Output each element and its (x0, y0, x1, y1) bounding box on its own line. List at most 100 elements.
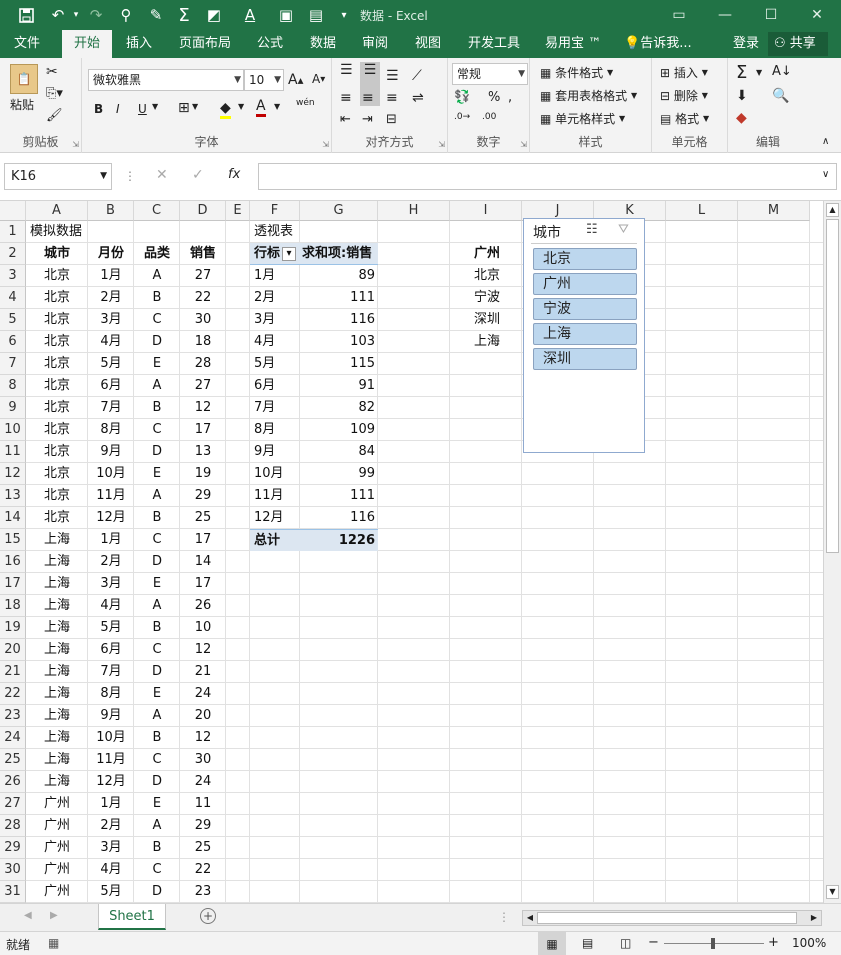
row-header-26[interactable]: 26 (0, 771, 26, 793)
row-header-17[interactable]: 17 (0, 573, 26, 595)
fill-color-icon[interactable]: ◆ (220, 100, 231, 119)
data-cell[interactable]: 上海 (26, 529, 88, 551)
data-cell[interactable]: 上海 (26, 749, 88, 771)
cancel-icon[interactable]: ✕ (156, 167, 168, 183)
data-cell[interactable]: B (134, 397, 180, 419)
data-cell[interactable]: 28 (180, 353, 226, 375)
maximize-icon[interactable]: ☐ (748, 0, 794, 30)
data-cell[interactable]: 1月 (88, 529, 134, 551)
row-header-7[interactable]: 7 (0, 353, 26, 375)
pivot-row-label[interactable]: 3月 (250, 309, 300, 331)
city-list-item[interactable]: 宁波 (450, 287, 522, 309)
pivot-value[interactable]: 115 (300, 353, 378, 375)
paste-button[interactable]: 粘贴 (10, 96, 34, 113)
data-cell[interactable]: A (134, 485, 180, 507)
row-header-30[interactable]: 30 (0, 859, 26, 881)
data-cell[interactable]: 广州 (26, 815, 88, 837)
data-cell[interactable]: 17 (180, 419, 226, 441)
slicer-item-guangzhou[interactable]: 广州 (533, 273, 637, 295)
row-header-1[interactable]: 1 (0, 221, 26, 243)
data-cell[interactable]: 1月 (88, 265, 134, 287)
pivot-row-label[interactable]: 12月 (250, 507, 300, 529)
pivot-row-label[interactable]: 10月 (250, 463, 300, 485)
data-cell[interactable]: 2月 (88, 815, 134, 837)
data-cell[interactable]: 广州 (26, 793, 88, 815)
data-cell[interactable]: 1月 (88, 793, 134, 815)
underline-dropdown-icon[interactable]: ▼ (152, 102, 158, 111)
data-cell[interactable]: 12 (180, 639, 226, 661)
add-sheet-icon[interactable]: + (200, 908, 216, 924)
data-cell[interactable]: 6月 (88, 375, 134, 397)
slicer-item-beijing[interactable]: 北京 (533, 248, 637, 270)
pivot-value[interactable]: 116 (300, 507, 378, 529)
autosum-dropdown-icon[interactable]: ▼ (756, 68, 762, 77)
column-header-i[interactable]: I (450, 201, 522, 221)
data-cell[interactable]: 上海 (26, 639, 88, 661)
data-cell[interactable]: D (134, 331, 180, 353)
row-header-14[interactable]: 14 (0, 507, 26, 529)
data-cell[interactable]: 上海 (26, 551, 88, 573)
sort-filter-icon[interactable]: A↓ (772, 64, 792, 79)
data-cell[interactable]: 7月 (88, 661, 134, 683)
row-header-9[interactable]: 9 (0, 397, 26, 419)
data-cell[interactable]: D (134, 441, 180, 463)
align-top-icon[interactable]: ☰ (340, 62, 353, 78)
format-as-table-button[interactable]: ▦ 套用表格格式 ▼ (540, 87, 637, 104)
font-name-combo[interactable]: 微软雅黑 ▼ (88, 69, 244, 91)
column-header-b[interactable]: B (88, 201, 134, 221)
pivot-value[interactable]: 109 (300, 419, 378, 441)
city-slicer[interactable]: 城市 ☷ ⛛ 北京 广州 宁波 上海 深圳 (523, 218, 645, 453)
prev-sheet-icon[interactable]: ◀ (24, 910, 32, 921)
data-cell[interactable]: A (134, 375, 180, 397)
row-header-24[interactable]: 24 (0, 727, 26, 749)
slicer-item-shanghai[interactable]: 上海 (533, 323, 637, 345)
pivot-row-label[interactable]: 4月 (250, 331, 300, 353)
alignment-launcher-icon[interactable]: ⇲ (438, 140, 445, 149)
collapse-ribbon-icon[interactable]: ∧ (822, 136, 829, 147)
pivot-title[interactable]: 透视表 (250, 221, 310, 243)
column-header-f[interactable]: F (250, 201, 300, 221)
row-header-31[interactable]: 31 (0, 881, 26, 903)
data-cell[interactable]: 10 (180, 617, 226, 639)
currency-icon[interactable]: 💱 (454, 90, 470, 105)
pivot-row-label[interactable]: 1月 (250, 265, 300, 287)
source-header[interactable]: 城市 (26, 243, 88, 265)
font-color-dropdown-icon[interactable]: ▼ (274, 102, 280, 111)
clipboard-launcher-icon[interactable]: ⇲ (72, 140, 79, 149)
source-header[interactable]: 品类 (134, 243, 180, 265)
city-list-item[interactable]: 北京 (450, 265, 522, 287)
clear-icon[interactable]: ◆ (736, 110, 747, 126)
data-cell[interactable]: B (134, 837, 180, 859)
slicer-item-ningbo[interactable]: 宁波 (533, 298, 637, 320)
data-cell[interactable]: B (134, 507, 180, 529)
worksheet-grid[interactable]: ABCDEFGHIJKLM 1 2 3 4 5 6 7 8 9 10 11 12 13 14 15 16 17 1… (0, 201, 823, 903)
data-cell[interactable]: B (134, 287, 180, 309)
save-icon[interactable] (14, 3, 38, 27)
data-cell[interactable]: 7月 (88, 397, 134, 419)
font-color-icon[interactable]: A (256, 98, 266, 117)
data-cell[interactable]: 上海 (26, 705, 88, 727)
tab-view[interactable]: 视图 (409, 30, 447, 58)
macro-record-icon[interactable]: ▦ (48, 936, 59, 950)
name-box[interactable]: K16 ▼ (4, 163, 112, 190)
select-all-corner[interactable] (0, 201, 26, 221)
data-cell[interactable]: 3月 (88, 573, 134, 595)
pivot-value[interactable]: 84 (300, 441, 378, 463)
next-sheet-icon[interactable]: ▶ (50, 910, 58, 921)
data-cell[interactable]: 上海 (26, 661, 88, 683)
data-cell[interactable]: 24 (180, 683, 226, 705)
data-cell[interactable]: 10月 (88, 727, 134, 749)
data-cell[interactable]: D (134, 551, 180, 573)
font-color-icon[interactable]: A (238, 3, 262, 27)
pivot-value-header[interactable]: 求和项:销售 (300, 243, 378, 265)
data-cell[interactable]: 北京 (26, 353, 88, 375)
align-bottom-icon[interactable]: ☰ (386, 68, 399, 84)
tab-easyuse[interactable]: 易用宝 ™ (539, 30, 607, 58)
data-cell[interactable]: C (134, 529, 180, 551)
scroll-down-icon[interactable]: ▼ (826, 885, 839, 899)
data-cell[interactable]: 22 (180, 859, 226, 881)
data-cell[interactable]: 12 (180, 727, 226, 749)
pivot-value[interactable]: 111 (300, 287, 378, 309)
data-cell[interactable]: 北京 (26, 287, 88, 309)
data-cell[interactable]: 广州 (26, 881, 88, 903)
